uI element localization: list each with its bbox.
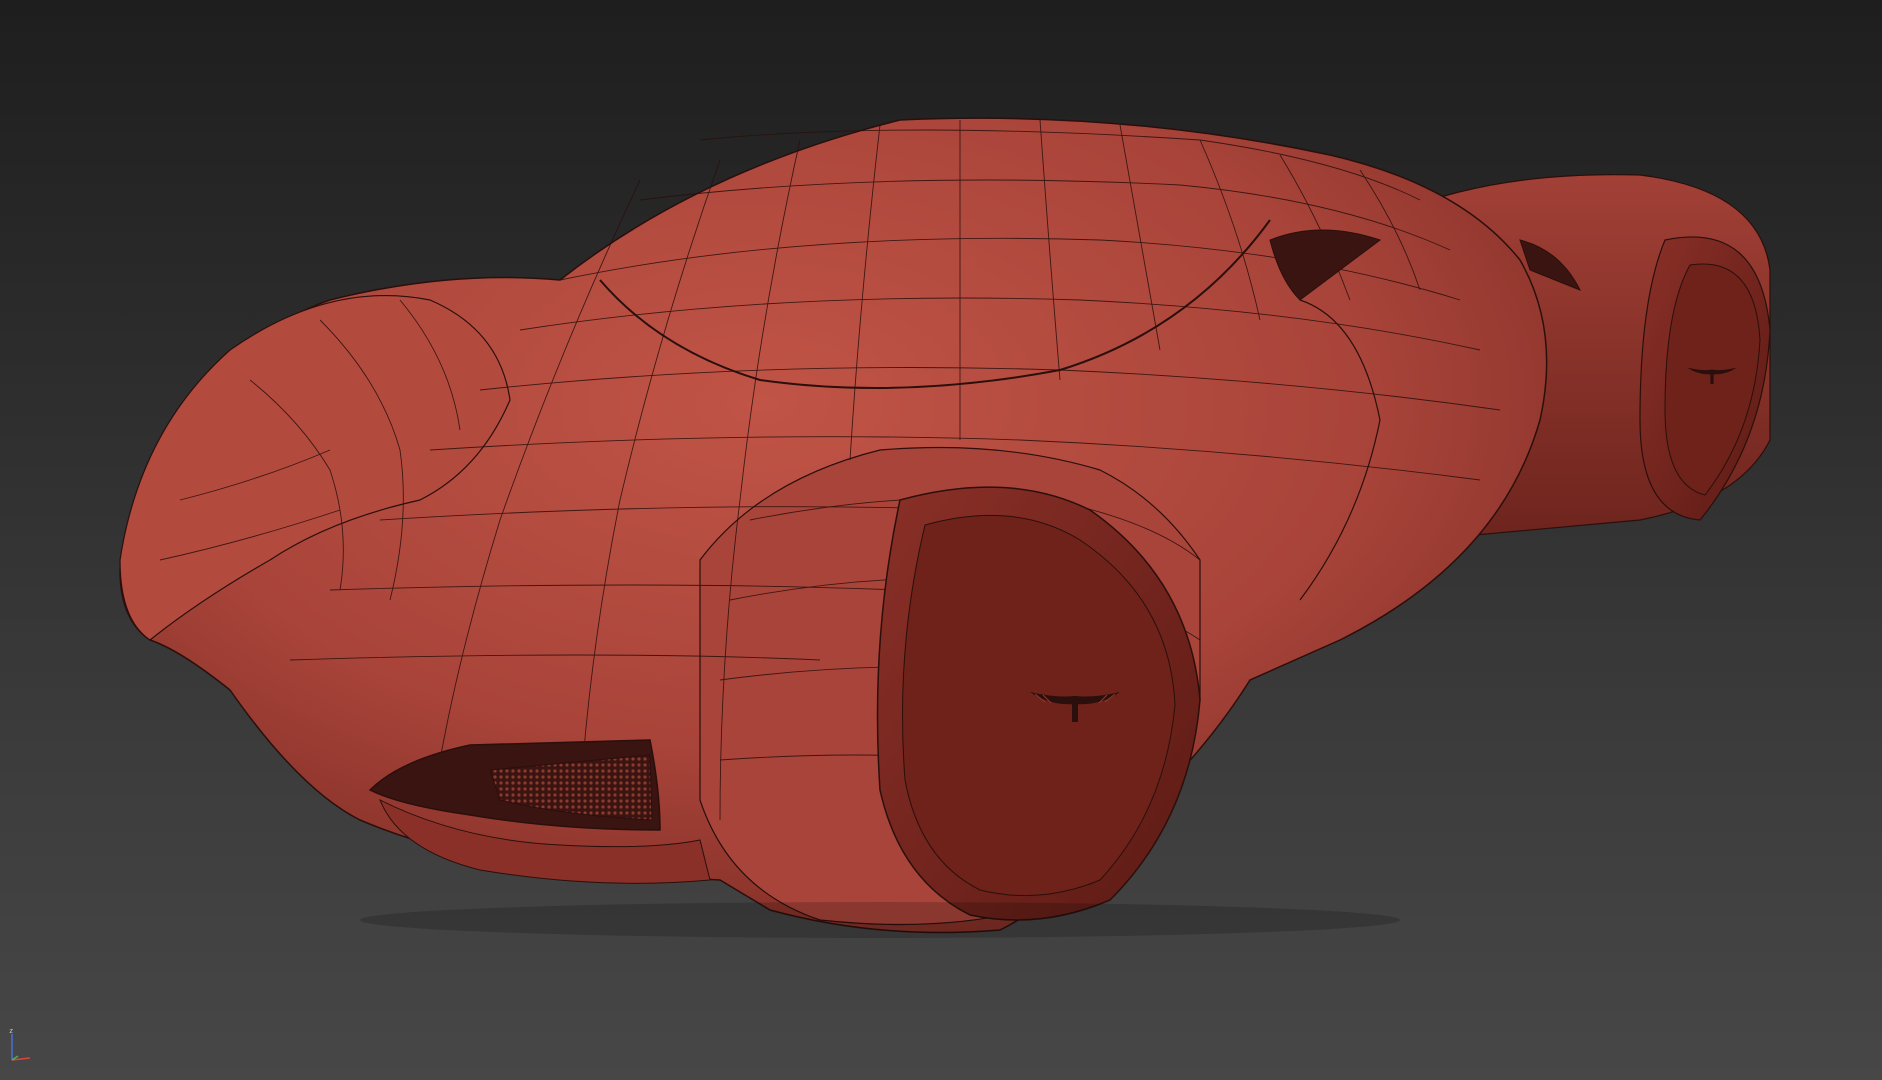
perspective-viewport[interactable]: z <box>0 0 1882 1080</box>
z-axis-label: z <box>9 1027 14 1035</box>
car-model-mesh[interactable] <box>0 0 1882 1080</box>
ground-shadow <box>360 902 1400 938</box>
axis-gizmo: z <box>4 1026 44 1066</box>
